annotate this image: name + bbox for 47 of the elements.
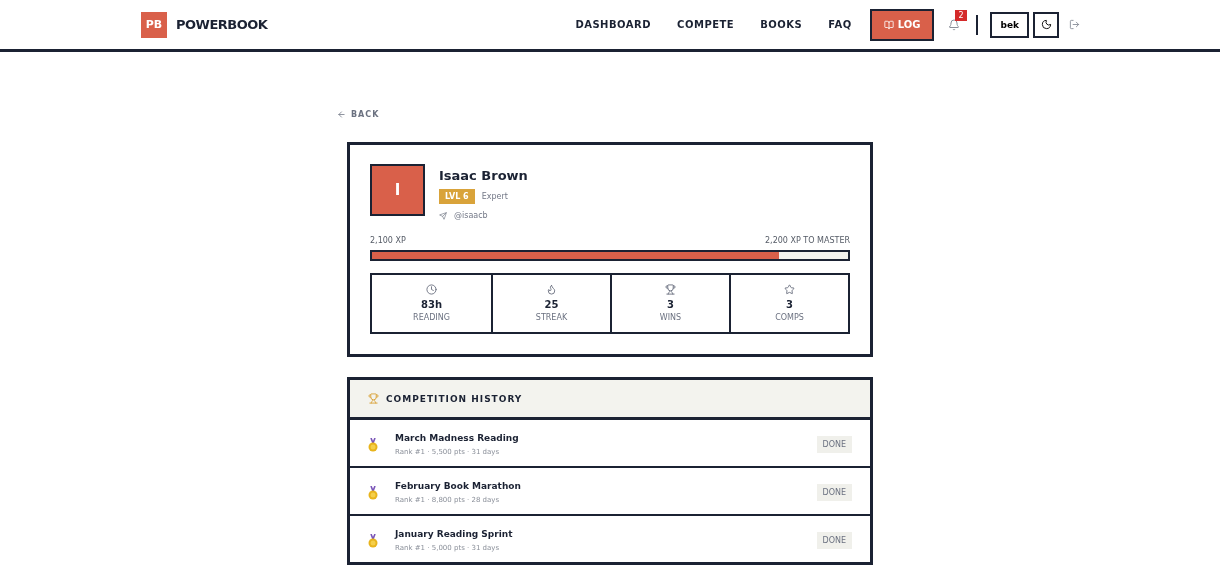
brand-name: POWERBOOK [176,17,268,32]
stat-value: 83h [420,299,442,310]
nav-link[interactable]: DASHBOARD [575,19,652,30]
theme-toggle-button[interactable] [1033,11,1059,38]
xp-text: 2,100 XP [370,236,406,245]
stat-label: READING [413,313,450,322]
stat-value: 3 [786,299,793,310]
bell-icon[interactable] [948,18,961,31]
medal-icon [368,533,378,548]
flame-icon [546,284,557,295]
stat-value: 25 [544,299,559,310]
stat-value: 3 [667,299,674,310]
status-badge: DONE [816,532,852,549]
user-handle: @isaacb [454,211,488,220]
trophy-icon [665,284,676,295]
competition-name: March Madness Reading [395,433,519,443]
book-icon [883,19,894,30]
back-link[interactable]: BACK [337,110,380,119]
arrow-left-icon [337,110,346,119]
log-button[interactable]: LOG [869,8,935,41]
history-title: COMPETITION HISTORY [386,393,523,404]
user-button[interactable]: bek [990,11,1029,38]
user-name: Isaac Brown [439,168,528,183]
nav-link[interactable]: FAQ [828,19,852,30]
avatar: I [370,164,425,216]
competition-name: February Book Marathon [395,481,521,491]
nav-link[interactable]: BOOKS [760,19,803,30]
medal-icon [368,485,378,500]
level-badge: LVL 6 [439,189,475,204]
clock-icon [426,284,437,295]
status-badge: DONE [816,436,852,453]
logout-icon[interactable] [1069,19,1080,30]
status-badge: DONE [816,484,852,501]
rank-title: Expert [481,192,508,201]
stat-label: COMPS [775,313,804,322]
medal-icon [368,437,378,452]
send-icon [439,211,447,220]
moon-icon [1040,19,1052,30]
logo[interactable]: PB [141,11,167,38]
trophy-icon [368,393,379,404]
xp-next-text: 2,200 XP TO MASTER [765,236,850,245]
nav-link[interactable]: COMPETE [677,19,735,30]
star-icon [784,284,795,295]
stat-label: STREAK [535,313,568,322]
notification-badge: 2 [955,9,967,21]
stat-label: WINS [659,313,682,322]
competition-name: January Reading Sprint [395,529,513,539]
